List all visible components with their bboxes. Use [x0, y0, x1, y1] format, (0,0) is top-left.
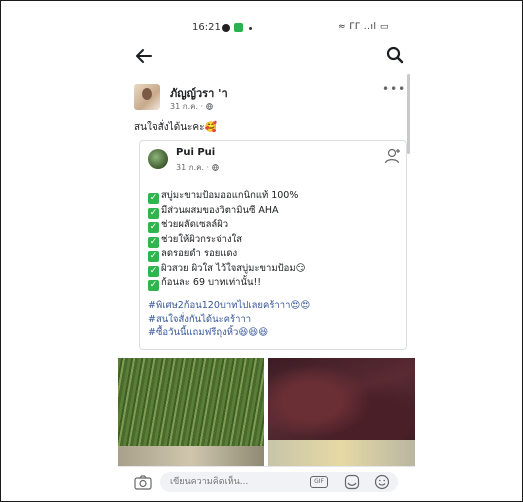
camera-icon[interactable] [134, 475, 152, 490]
post-date: 31 ก.ค. · [170, 102, 204, 111]
post-text: สนใจสั่งได้นะคะ🥰 [134, 122, 217, 133]
status-bar: 16:21 ≈ ΓΓ ..ıl ▭ [118, 20, 415, 36]
scrollbar[interactable] [407, 74, 410, 154]
globe-icon [205, 103, 213, 110]
shared-author-avatar[interactable] [148, 149, 168, 169]
list-item: ✓ ผิวสวย ผิวใส ไว้ใจสบู่มะขามป้อม😏 [148, 262, 306, 277]
post-meta: 31 ก.ค. · [170, 100, 213, 113]
product-photo-leaves[interactable] [268, 358, 415, 466]
hashtag-link[interactable]: #สนใจสั่งกันได้นะคร้าาา [148, 313, 406, 327]
list-item: ✓ สบู่มะขามป้อมออแกนิกแท้ 100% [148, 190, 299, 204]
globe-icon [211, 164, 219, 171]
hashtag-link[interactable]: #ซื้อวันนี้แถมฟรีถุงหิ้ว😆😆😆 [148, 326, 406, 340]
avatar[interactable] [134, 84, 160, 110]
search-icon[interactable] [386, 46, 404, 64]
shared-post-meta: 31 ก.ค. · [176, 161, 219, 174]
hashtag-list: #พิเศษ2ก้อน120บาทไปเลยคร้าาา😍😍 #สนใจสั่ง… [148, 299, 406, 340]
shared-author-name[interactable]: Pui Pui [176, 147, 215, 158]
product-feature-list: ✓ สบู่มะขามป้อมออแกนิกแท้ 100% ✓ มีส่วนผสม… [148, 189, 406, 291]
status-time: 16:21 [192, 22, 221, 33]
add-friend-icon[interactable] [384, 147, 402, 165]
check-icon: ✓ [148, 265, 159, 277]
signal-battery-icons: ≈ ΓΓ ..ıl ▭ [338, 22, 389, 32]
check-icon: ✓ [148, 193, 159, 204]
top-bar [118, 42, 415, 72]
comment-composer: GIF [118, 466, 415, 496]
check-icon: ✓ [148, 280, 159, 291]
product-photo-plant[interactable] [118, 358, 264, 466]
messenger-notification-icon [222, 24, 230, 32]
more-options-icon[interactable]: ••• [382, 82, 406, 96]
list-item: ✓ มีส่วนผสมของวิตามินซี AHA [148, 204, 279, 219]
check-icon: ✓ [148, 222, 159, 233]
phone-screen: 16:21 ≈ ΓΓ ..ıl ▭ ภัญญ์วรา 'า 31 ก.ค. · … [118, 14, 415, 496]
back-arrow-icon[interactable] [134, 46, 154, 66]
comment-input[interactable] [160, 472, 398, 492]
more-notifications-dot [249, 27, 252, 30]
emoji-icon[interactable] [374, 474, 390, 490]
post-header: ภัญญ์วรา 'า 31 ก.ค. · [134, 82, 394, 116]
shared-post-card: Pui Pui 31 ก.ค. · ✓ สบู่มะขามป้อมออแกนิกแ… [139, 140, 407, 350]
list-item: ✓ ช่วยให้ผิวกระจ่างใส [148, 233, 243, 248]
hashtag-link[interactable]: #พิเศษ2ก้อน120บาทไปเลยคร้าาา😍😍 [148, 299, 406, 313]
list-item: ✓ ลดรอยดำ รอยแดง [148, 248, 238, 262]
shared-post-date: 31 ก.ค. · [176, 163, 210, 172]
list-item: ✓ ช่วยผลัดเซลล์ผิว [148, 219, 229, 233]
check-icon: ✓ [148, 251, 159, 262]
sticker-icon[interactable] [344, 474, 360, 490]
check-icon: ✓ [148, 207, 159, 219]
check-icon: ✓ [148, 236, 159, 248]
gif-icon[interactable]: GIF [310, 476, 328, 488]
app-notification-icon [234, 23, 243, 32]
list-item: ✓ ก้อนละ 69 บาทเท่านั้น!! [148, 277, 262, 291]
photo-grid [118, 358, 415, 466]
